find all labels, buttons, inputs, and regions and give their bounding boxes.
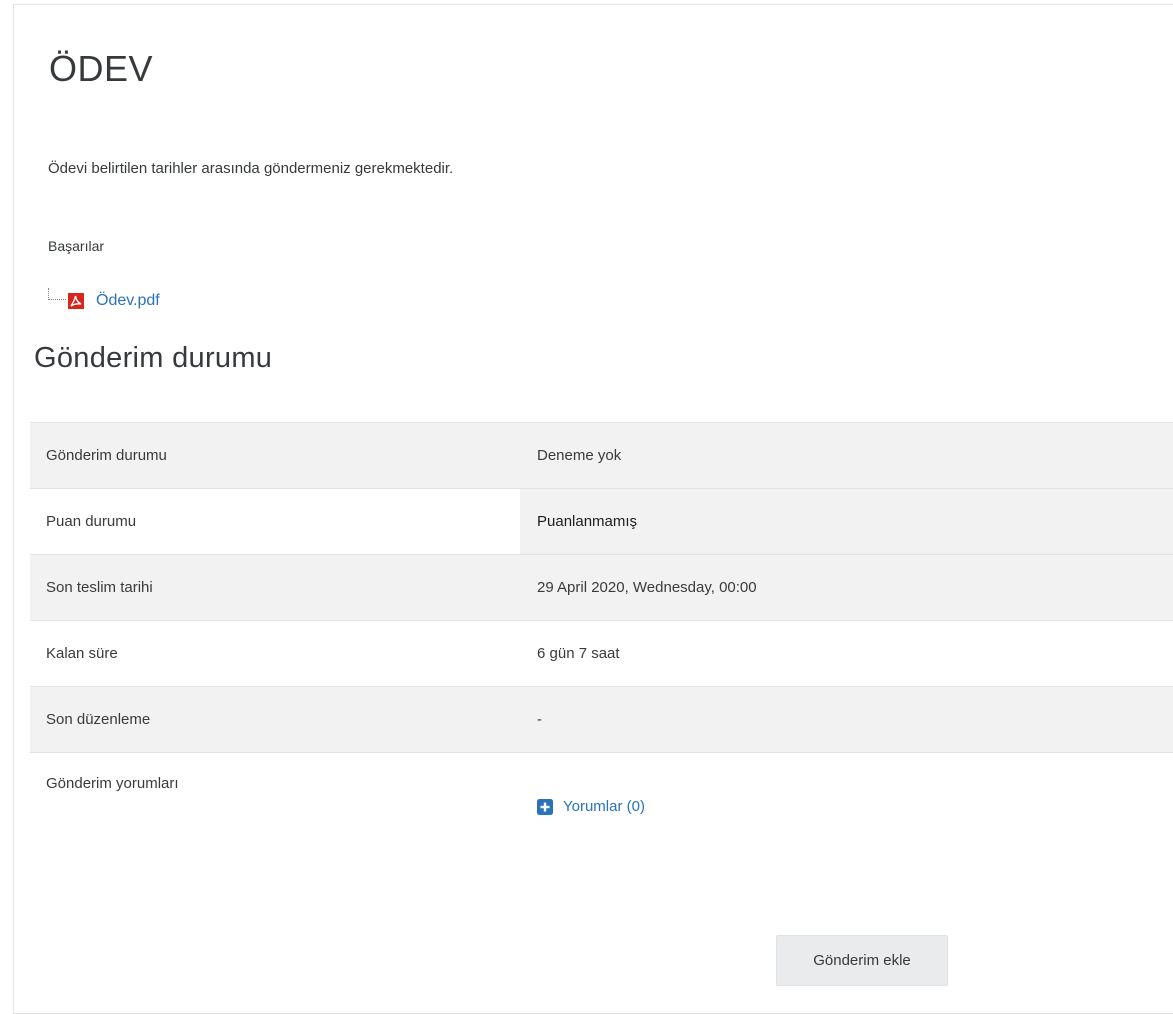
row-value: Yorumlar (0): [520, 752, 1173, 923]
section-title-submission-status: Gönderim durumu: [34, 342, 273, 374]
table-row: Son teslim tarihi 29 April 2020, Wednesd…: [30, 554, 1173, 621]
table-row: Son düzenleme -: [30, 686, 1173, 753]
row-value: Puanlanmamış: [520, 488, 1173, 555]
file-link-odev-pdf[interactable]: Ödev.pdf: [96, 292, 160, 310]
table-row: Kalan süre 6 gün 7 saat: [30, 620, 1173, 687]
row-value: 6 gün 7 saat: [520, 620, 1173, 687]
pdf-icon: [68, 293, 84, 309]
add-submission-button[interactable]: Gönderim ekle: [776, 935, 948, 986]
table-row: Puan durumu Puanlanmamış: [30, 488, 1173, 555]
page-title: ÖDEV: [49, 48, 154, 89]
row-value: -: [520, 686, 1173, 753]
assignment-intro: Ödevi belirtilen tarihler arasında gönde…: [48, 160, 454, 177]
row-label: Gönderim durumu: [30, 422, 520, 489]
file-tree-item: Ödev.pdf: [48, 286, 160, 316]
tree-connector: [48, 288, 66, 300]
comments-toggle-link[interactable]: Yorumlar (0): [537, 798, 645, 815]
row-value: Deneme yok: [520, 422, 1173, 489]
plus-square-icon: [537, 798, 553, 815]
row-label: Puan durumu: [30, 488, 520, 555]
row-label: Kalan süre: [30, 620, 520, 687]
submission-status-table: Gönderim durumu Deneme yok Puan durumu P…: [30, 422, 1173, 923]
folder-label: Başarılar: [48, 238, 105, 254]
row-label: Son düzenleme: [30, 686, 520, 753]
comments-link-label: Yorumlar (0): [563, 798, 645, 815]
row-label: Son teslim tarihi: [30, 554, 520, 621]
row-value: 29 April 2020, Wednesday, 00:00: [520, 554, 1173, 621]
table-row: Gönderim yorumları Yorumlar (0): [30, 752, 1173, 923]
table-row: Gönderim durumu Deneme yok: [30, 422, 1173, 489]
row-label: Gönderim yorumları: [30, 752, 520, 923]
